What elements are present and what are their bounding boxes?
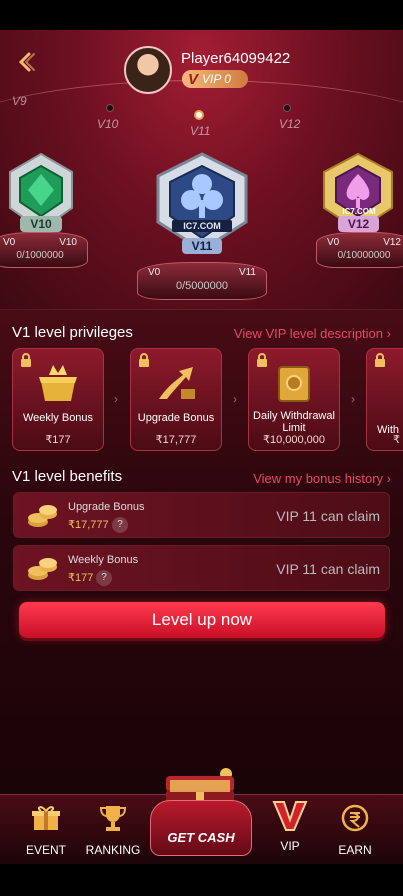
chevron-right-icon: › [351, 392, 355, 406]
system-bar [0, 864, 403, 896]
get-cash-button[interactable]: GET CASH [150, 800, 252, 856]
nav-ranking[interactable]: RANKING [83, 804, 143, 857]
privilege-name: Upgrade Bonus [137, 412, 215, 424]
chevron-right-icon: › [233, 392, 237, 406]
privilege-card-weekly-bonus[interactable]: Weekly Bonus ₹177 [12, 348, 104, 451]
chevron-right-icon: › [114, 392, 118, 406]
gift-box-crown-icon [39, 365, 77, 401]
vip-level-label: VIP 0 [202, 72, 231, 86]
nav-label: EARN [338, 843, 372, 857]
benefit-amount: ₹177 [68, 572, 94, 584]
lock-icon [139, 353, 149, 367]
emblem-plate-v12: V12 [337, 216, 380, 232]
privilege-name: Weekly Bonus [22, 412, 94, 424]
coins-icon [28, 505, 57, 527]
vip-description-link[interactable]: View VIP level description › [234, 326, 391, 341]
pedestal-v10: V0 V10 0/1000000 [0, 232, 88, 268]
privilege-card-withdrawal[interactable]: With ₹ [366, 348, 403, 451]
rupee-coin-icon [341, 804, 369, 832]
nav-label: VIP [280, 839, 300, 853]
nav-label: EVENT [25, 843, 66, 857]
emblem-plate-v10: V10 [20, 216, 62, 232]
level-tick-v10: V10 [97, 117, 119, 131]
pedestal-progress-v12: 0/10000000 [337, 250, 391, 261]
player-name: Player64099422 [181, 50, 291, 67]
upgrade-arrow-icon [159, 367, 195, 399]
nav-vip[interactable]: VIP [260, 800, 320, 853]
vip-emblem-v10[interactable]: V10 [0, 150, 82, 236]
benefit-claim-status: VIP 11 can claim [276, 561, 380, 577]
level-tick-v11: V11 [190, 124, 211, 138]
pedestal-to-v12: V12 [383, 237, 401, 248]
emblem-brand-v12: IC7.COM [342, 207, 376, 216]
vip-letter: V [188, 70, 199, 88]
nav-label: RANKING [85, 843, 141, 857]
emblem-brand-v11: IC7.COM [183, 221, 221, 231]
bonus-history-link[interactable]: View my bonus history › [253, 471, 391, 486]
pedestal-to-v10: V10 [59, 237, 77, 248]
privilege-amount: ₹177 [45, 434, 71, 446]
help-icon[interactable]: ? [112, 517, 128, 533]
level-tick-v9: V9 [12, 94, 27, 108]
trophy-icon [99, 806, 127, 831]
level-up-button[interactable]: Level up now [19, 602, 385, 638]
nav-earn[interactable]: EARN [325, 804, 385, 857]
benefit-upgrade-bonus: Upgrade Bonus ₹17,777 ? VIP 11 can claim [13, 492, 390, 538]
back-arrow-icon[interactable] [14, 50, 38, 74]
vip-emblem-v11[interactable]: IC7.COM V11 [142, 150, 262, 260]
gift-icon [32, 806, 60, 830]
vip-emblem-v12[interactable]: IC7.COM V12 [314, 150, 403, 236]
level-tick-v12: V12 [279, 117, 301, 131]
safe-icon [278, 366, 310, 402]
vip-description-link-label: View VIP level description [233, 326, 384, 341]
pedestal-from-v10: V0 [3, 237, 16, 248]
benefit-name: Weekly Bonus [68, 554, 139, 566]
chevron-right-icon: › [386, 326, 391, 341]
lock-icon [375, 353, 385, 367]
pedestal-progress-v10: 0/1000000 [16, 250, 64, 261]
benefits-title: V1 level benefits [12, 468, 123, 485]
level-dot-current [194, 110, 204, 120]
lock-icon [257, 353, 267, 367]
pedestal-v12: V0 V12 0/10000000 [316, 232, 403, 268]
privileges-title: V1 level privileges [12, 324, 133, 341]
privilege-card-daily-withdrawal-limit[interactable]: Daily Withdrawal Limit ₹10,000,000 [248, 348, 340, 451]
benefit-claim-status: VIP 11 can claim [276, 508, 380, 524]
pedestal-from-v11: V0 [148, 267, 161, 278]
benefit-name: Upgrade Bonus [68, 501, 145, 513]
lock-icon [21, 353, 31, 367]
level-dot-v12 [283, 104, 291, 112]
pedestal-to-v11: V11 [238, 267, 256, 278]
vip-screen: Player64099422 V VIP 0 V9 V10 V11 V12 V1… [0, 0, 403, 896]
vip-level-badge: V VIP 0 [182, 70, 248, 88]
pedestal-from-v12: V0 [327, 237, 340, 248]
get-cash-label: GET CASH [167, 830, 235, 845]
chevron-right-icon: › [386, 471, 391, 486]
vip-v-icon [272, 801, 308, 831]
coin-bag-icon [389, 363, 403, 403]
bonus-history-link-label: View my bonus history [253, 471, 384, 486]
help-icon[interactable]: ? [96, 570, 112, 586]
privilege-amount: ₹ [393, 434, 400, 446]
avatar[interactable] [124, 46, 172, 94]
level-dot-v10 [106, 104, 114, 112]
privilege-amount: ₹10,000,000 [262, 434, 326, 446]
emblem-plate-v11: V11 [181, 238, 223, 254]
stage-divider [0, 296, 403, 310]
privilege-name: Daily Withdrawal Limit [253, 410, 335, 434]
benefit-amount: ₹17,777 [68, 519, 109, 531]
benefit-weekly-bonus: Weekly Bonus ₹177 ? VIP 11 can claim [13, 545, 390, 591]
coins-icon [28, 558, 57, 580]
privilege-amount: ₹17,777 [155, 434, 197, 446]
privilege-card-upgrade-bonus[interactable]: Upgrade Bonus ₹17,777 [130, 348, 222, 451]
pedestal-progress-v11: 0/5000000 [176, 280, 228, 292]
pedestal-v11: V0 V11 0/5000000 [137, 262, 267, 300]
nav-event[interactable]: EVENT [16, 804, 76, 857]
